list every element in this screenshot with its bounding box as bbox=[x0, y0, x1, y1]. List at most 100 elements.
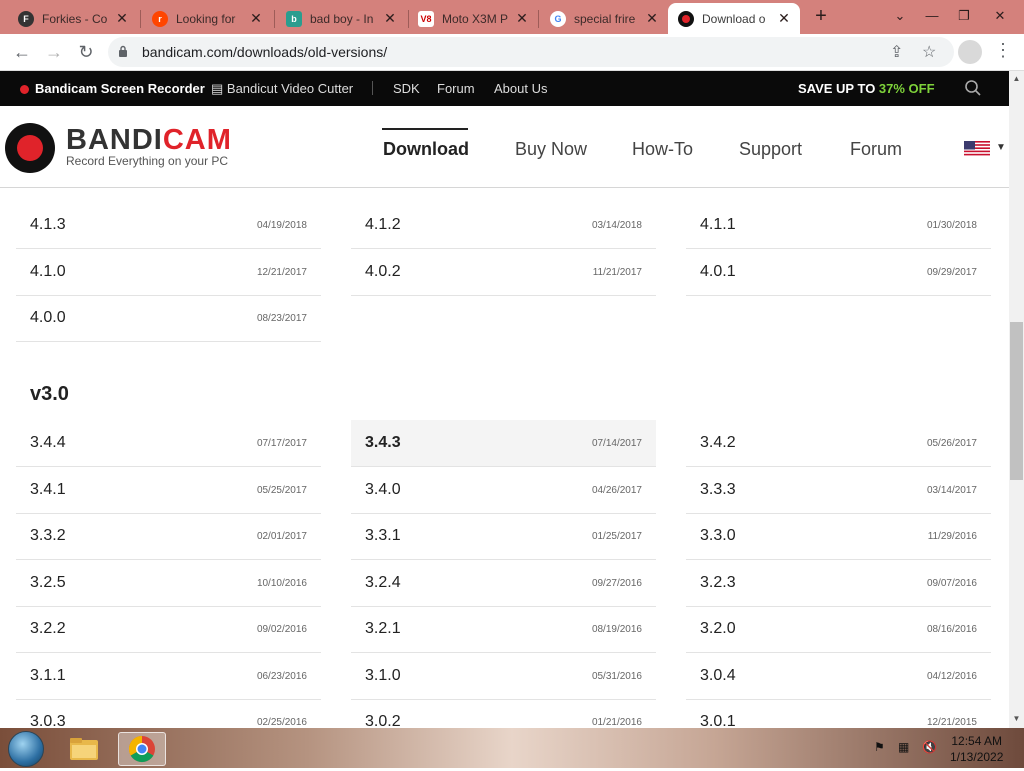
version-number[interactable]: 4.0.2 bbox=[365, 263, 401, 281]
topbar-link-bandicam[interactable]: Bandicam Screen Recorder bbox=[20, 81, 205, 96]
version-number[interactable]: 3.1.0 bbox=[365, 667, 401, 685]
version-number[interactable]: 4.0.0 bbox=[30, 309, 66, 327]
nav-buy-now[interactable]: Buy Now bbox=[515, 139, 587, 160]
close-window-button[interactable]: ✕ bbox=[984, 4, 1016, 28]
version-cell[interactable]: 3.2.4 09/27/2016 bbox=[351, 560, 656, 607]
chrome-icon[interactable] bbox=[118, 732, 166, 766]
version-cell[interactable]: 3.4.4 07/17/2017 bbox=[16, 420, 321, 467]
browser-tab[interactable]: r Looking for ✕ bbox=[142, 3, 272, 34]
topbar-link-forum[interactable]: Forum bbox=[437, 81, 475, 96]
version-number[interactable]: 3.4.3 bbox=[365, 434, 401, 452]
share-icon[interactable]: ⇪ bbox=[890, 42, 903, 62]
version-number[interactable]: 3.4.2 bbox=[700, 434, 736, 452]
version-cell[interactable]: 3.1.1 06/23/2016 bbox=[16, 653, 321, 700]
taskbar-clock[interactable]: 12:54 AM 1/13/2022 bbox=[950, 733, 1003, 765]
version-number[interactable]: 3.2.0 bbox=[700, 620, 736, 638]
version-number[interactable]: 3.0.1 bbox=[700, 713, 736, 728]
close-icon[interactable]: ✕ bbox=[644, 10, 660, 27]
version-cell[interactable]: 3.0.1 12/21/2015 bbox=[686, 699, 991, 728]
version-cell[interactable]: 3.0.2 01/21/2016 bbox=[351, 699, 656, 728]
topbar-link-bandicut[interactable]: ▤ Bandicut Video Cutter bbox=[211, 81, 353, 97]
topbar-link-about[interactable]: About Us bbox=[494, 81, 547, 96]
version-cell[interactable]: 3.4.3 07/14/2017 bbox=[351, 420, 656, 467]
new-tab-button[interactable]: + bbox=[810, 6, 832, 28]
version-number[interactable]: 4.0.1 bbox=[700, 263, 736, 281]
back-arrow-icon[interactable]: ← bbox=[10, 40, 34, 64]
close-icon[interactable]: ✕ bbox=[514, 10, 530, 27]
forward-arrow-icon[interactable]: → bbox=[42, 40, 66, 64]
action-center-flag-icon[interactable]: ⚑ bbox=[874, 740, 888, 754]
version-number[interactable]: 3.4.0 bbox=[365, 481, 401, 499]
version-number[interactable]: 3.4.1 bbox=[30, 481, 66, 499]
version-number[interactable]: 3.2.2 bbox=[30, 620, 66, 638]
version-number[interactable]: 3.2.4 bbox=[365, 574, 401, 592]
close-icon[interactable]: ✕ bbox=[776, 10, 792, 27]
version-cell[interactable]: 3.2.5 10/10/2016 bbox=[16, 560, 321, 607]
version-cell[interactable]: 3.3.3 03/14/2017 bbox=[686, 467, 991, 514]
version-cell[interactable]: 3.4.0 04/26/2017 bbox=[351, 467, 656, 514]
search-icon[interactable] bbox=[964, 79, 982, 97]
version-number[interactable]: 3.3.0 bbox=[700, 527, 736, 545]
version-cell[interactable]: 4.1.0 12/21/2017 bbox=[16, 249, 321, 296]
bandicam-logo-icon[interactable] bbox=[5, 123, 55, 173]
version-number[interactable]: 4.1.2 bbox=[365, 216, 401, 234]
topbar-link-sdk[interactable]: SDK bbox=[393, 81, 420, 96]
scroll-up-arrow-icon[interactable]: ▲ bbox=[1009, 72, 1024, 86]
start-button-icon[interactable] bbox=[8, 731, 44, 767]
bookmark-star-icon[interactable]: ☆ bbox=[922, 42, 936, 62]
reload-icon[interactable]: ↻ bbox=[74, 40, 98, 64]
version-cell[interactable]: 3.4.2 05/26/2017 bbox=[686, 420, 991, 467]
url-text[interactable]: bandicam.com/downloads/old-versions/ bbox=[142, 44, 387, 60]
nav-support[interactable]: Support bbox=[739, 139, 802, 160]
version-cell[interactable]: 3.3.1 01/25/2017 bbox=[351, 513, 656, 560]
version-cell[interactable]: 4.0.2 11/21/2017 bbox=[351, 249, 656, 296]
version-number[interactable]: 3.2.5 bbox=[30, 574, 66, 592]
network-icon[interactable]: ▦ bbox=[898, 740, 912, 754]
version-number[interactable]: 3.2.3 bbox=[700, 574, 736, 592]
profile-avatar-icon[interactable] bbox=[958, 40, 982, 64]
close-icon[interactable]: ✕ bbox=[248, 10, 264, 27]
version-cell[interactable]: 3.4.1 05/25/2017 bbox=[16, 467, 321, 514]
version-number[interactable]: 3.2.1 bbox=[365, 620, 401, 638]
version-cell[interactable]: 3.0.4 04/12/2016 bbox=[686, 653, 991, 700]
version-cell[interactable]: 3.0.3 02/25/2016 bbox=[16, 699, 321, 728]
scrollbar-thumb[interactable] bbox=[1010, 322, 1023, 480]
chevron-down-icon[interactable]: ▼ bbox=[996, 142, 1006, 153]
more-menu-icon[interactable]: ⋮ bbox=[994, 40, 1012, 61]
logo-wordmark[interactable]: BANDICAM bbox=[66, 124, 232, 157]
minimize-button[interactable]: — bbox=[916, 4, 948, 28]
version-number[interactable]: 3.1.1 bbox=[30, 667, 66, 685]
version-cell[interactable]: 4.0.1 09/29/2017 bbox=[686, 249, 991, 296]
browser-tab[interactable]: b bad boy - In ✕ bbox=[276, 3, 406, 34]
version-cell[interactable]: 3.2.0 08/16/2016 bbox=[686, 606, 991, 653]
version-cell[interactable]: 3.1.0 05/31/2016 bbox=[351, 653, 656, 700]
version-cell[interactable]: 3.3.0 11/29/2016 bbox=[686, 513, 991, 560]
browser-tab[interactable]: V8 Moto X3M P ✕ bbox=[408, 3, 538, 34]
scroll-down-arrow-icon[interactable]: ▼ bbox=[1009, 712, 1024, 726]
version-cell[interactable]: 4.0.0 08/23/2017 bbox=[16, 295, 321, 342]
version-cell[interactable]: 4.1.1 01/30/2018 bbox=[686, 202, 991, 249]
address-bar[interactable]: bandicam.com/downloads/old-versions/ ⇪ ☆ bbox=[108, 37, 954, 67]
browser-tab[interactable]: G special frire ✕ bbox=[540, 3, 668, 34]
version-number[interactable]: 3.3.1 bbox=[365, 527, 401, 545]
nav-how-to[interactable]: How-To bbox=[632, 139, 693, 160]
version-number[interactable]: 4.1.0 bbox=[30, 263, 66, 281]
close-icon[interactable]: ✕ bbox=[114, 10, 130, 27]
version-cell[interactable]: 3.2.3 09/07/2016 bbox=[686, 560, 991, 607]
restore-button[interactable]: ❐ bbox=[948, 4, 980, 28]
version-number[interactable]: 3.3.3 bbox=[700, 481, 736, 499]
version-number[interactable]: 3.4.4 bbox=[30, 434, 66, 452]
version-number[interactable]: 3.3.2 bbox=[30, 527, 66, 545]
browser-tab-active[interactable]: Download o ✕ bbox=[668, 3, 800, 34]
version-cell[interactable]: 4.1.2 03/14/2018 bbox=[351, 202, 656, 249]
version-cell[interactable]: 3.2.2 09/02/2016 bbox=[16, 606, 321, 653]
tab-search-icon[interactable]: ⌄ bbox=[884, 4, 916, 28]
volume-muted-icon[interactable]: 🔇 bbox=[922, 740, 937, 754]
version-cell[interactable]: 3.2.1 08/19/2016 bbox=[351, 606, 656, 653]
version-number[interactable]: 3.0.2 bbox=[365, 713, 401, 728]
nav-forum[interactable]: Forum bbox=[850, 139, 902, 160]
version-cell[interactable]: 4.1.3 04/19/2018 bbox=[16, 202, 321, 249]
promo-text[interactable]: SAVE UP TO 37% OFF bbox=[798, 81, 935, 96]
browser-tab[interactable]: F Forkies - Co ✕ bbox=[8, 3, 138, 34]
us-flag-icon[interactable] bbox=[964, 141, 990, 157]
